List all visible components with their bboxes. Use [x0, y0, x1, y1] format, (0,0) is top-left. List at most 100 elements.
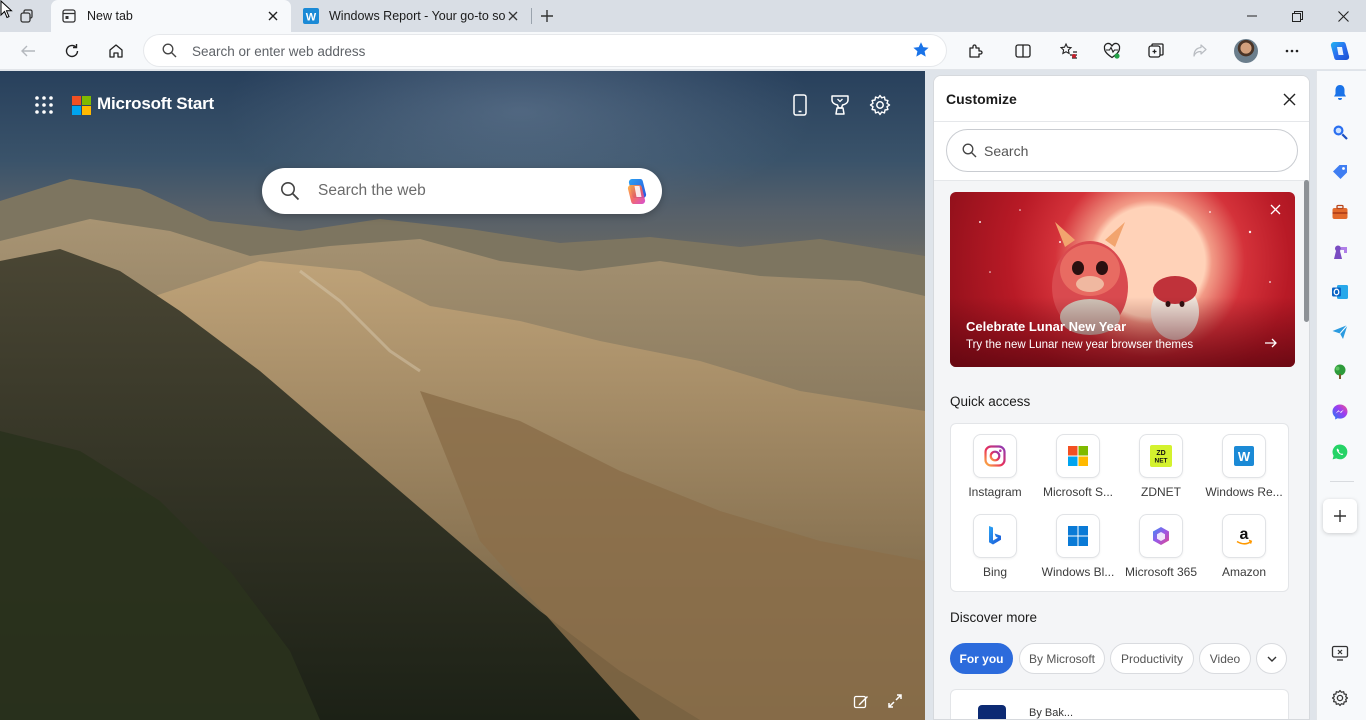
panel-header: Customize [934, 76, 1309, 122]
drop-send-icon[interactable] [1330, 322, 1350, 342]
chip-productivity[interactable]: Productivity [1110, 643, 1194, 674]
tab-windows-report[interactable]: W Windows Report - Your go-to source [293, 0, 531, 32]
minimize-button[interactable] [1229, 0, 1275, 32]
quick-access-item-bing[interactable]: Bing [953, 504, 1037, 579]
shopping-tag-icon[interactable] [1330, 162, 1350, 182]
web-search-box[interactable] [262, 168, 662, 214]
restore-button[interactable] [1274, 0, 1320, 32]
close-panel-icon[interactable] [1280, 90, 1298, 108]
dismiss-promo-icon[interactable] [1268, 202, 1282, 216]
panel-scrollbar[interactable] [1304, 180, 1309, 322]
address-input[interactable] [192, 41, 892, 61]
games-icon[interactable] [1330, 242, 1350, 262]
edge-sidebar [1316, 71, 1366, 720]
quick-access-label: Windows Re... [1205, 485, 1283, 499]
arrow-right-icon[interactable] [1264, 336, 1278, 350]
restore-icon [1291, 10, 1303, 22]
apps-launcher-icon[interactable] [34, 95, 54, 115]
card-source-name: By Bak... [1029, 707, 1074, 719]
screenshot-capture-icon[interactable] [1330, 643, 1350, 663]
promo-subtext: Try the new Lunar new year browser theme… [966, 339, 1194, 351]
zdnet-icon: ZD NET [1139, 434, 1183, 478]
tree-icon[interactable] [1330, 362, 1350, 382]
tab-title: Windows Report - Your go-to source [329, 9, 505, 23]
notifications-bell-icon[interactable] [1330, 82, 1350, 102]
chips-expand-button[interactable] [1256, 643, 1287, 674]
discover-card[interactable]: By Bak... [950, 689, 1289, 719]
edit-background-icon[interactable] [852, 692, 870, 710]
discover-filter-chips: For you By Microsoft Productivity Video [950, 643, 1295, 675]
tab-new-tab[interactable]: New tab [51, 0, 291, 32]
split-screen-button[interactable] [1013, 41, 1033, 61]
quick-access-item-windows-report[interactable]: W Windows Re... [1202, 424, 1286, 499]
puzzle-icon [969, 44, 983, 58]
lunar-new-year-promo-card[interactable]: Celebrate Lunar New Year Try the new Lun… [950, 192, 1295, 367]
panel-search-box[interactable] [946, 129, 1298, 172]
close-tab-icon[interactable] [265, 8, 281, 24]
settings-more-button[interactable] [1282, 41, 1302, 61]
chip-for-you[interactable]: For you [950, 643, 1013, 674]
whatsapp-icon[interactable] [1330, 442, 1350, 462]
quick-access-label: Microsoft S... [1042, 485, 1113, 499]
quick-access-item-microsoft-store[interactable]: Microsoft S... [1036, 424, 1120, 499]
windows-report-icon: W [1222, 434, 1266, 478]
tools-briefcase-icon[interactable] [1330, 202, 1350, 222]
new-tab-button[interactable] [537, 6, 557, 26]
browser-essentials-button[interactable] [1102, 41, 1122, 61]
quick-access-grid: Instagram Microsoft S... ZD NET ZDNET W W… [950, 423, 1289, 592]
quick-access-label: Microsoft 365 [1124, 565, 1198, 579]
panel-search-input[interactable] [984, 142, 1264, 160]
refresh-button[interactable] [62, 41, 82, 61]
search-sidebar-icon[interactable] [1330, 122, 1350, 142]
toolbar [0, 32, 1366, 70]
sidebar-divider [1330, 481, 1354, 482]
copilot-search-icon[interactable] [622, 177, 652, 205]
close-tab-icon[interactable] [505, 8, 521, 24]
extensions-button[interactable] [966, 41, 986, 61]
home-icon [109, 44, 123, 58]
outlook-icon[interactable] [1330, 282, 1350, 302]
web-search-input[interactable] [318, 180, 608, 202]
page-settings-gear-icon[interactable] [868, 93, 892, 117]
favorite-star-icon[interactable] [912, 41, 930, 62]
favorites-button[interactable] [1059, 41, 1079, 61]
copilot-button[interactable] [1327, 38, 1353, 64]
quick-access-item-windows-blog[interactable]: Windows Bl... [1036, 504, 1120, 579]
brand-title[interactable]: Microsoft Start [97, 94, 214, 114]
address-bar[interactable] [144, 35, 946, 66]
workspaces-icon[interactable] [18, 8, 34, 27]
home-button[interactable] [106, 41, 126, 61]
share-button[interactable] [1190, 41, 1210, 61]
heartbeat-icon [1103, 42, 1121, 59]
minimize-icon [1247, 15, 1257, 17]
chip-video[interactable]: Video [1199, 643, 1251, 674]
collections-button[interactable] [1146, 41, 1166, 61]
messenger-icon[interactable] [1330, 402, 1350, 422]
split-screen-icon [1015, 44, 1031, 58]
quick-access-label: ZDNET [1141, 485, 1181, 499]
close-window-button[interactable] [1320, 0, 1366, 32]
back-button[interactable] [18, 41, 38, 61]
share-icon [1193, 44, 1207, 57]
sidebar-settings-gear-icon[interactable] [1330, 688, 1350, 708]
microsoft-logo[interactable] [72, 96, 91, 115]
profile-avatar[interactable] [1234, 39, 1258, 63]
quick-access-item-amazon[interactable]: a Amazon [1202, 504, 1286, 579]
quick-access-heading: Quick access [950, 394, 1031, 409]
microsoft-365-icon [1139, 514, 1183, 558]
collections-icon [1148, 43, 1164, 58]
add-sidebar-app-button[interactable] [1323, 499, 1357, 533]
card-logo [978, 705, 1006, 719]
quick-access-item-instagram[interactable]: Instagram [953, 424, 1037, 499]
phone-icon[interactable] [788, 93, 812, 117]
quick-access-label: Instagram [968, 485, 1022, 499]
svg-text:NET: NET [1155, 458, 1168, 465]
quick-access-item-zdnet[interactable]: ZD NET ZDNET [1119, 424, 1203, 499]
expand-icon[interactable] [886, 692, 904, 710]
copilot-icon [1330, 42, 1350, 60]
chip-by-microsoft[interactable]: By Microsoft [1019, 643, 1105, 674]
rewards-trophy-icon[interactable] [828, 93, 852, 117]
quick-access-item-microsoft-365[interactable]: Microsoft 365 [1119, 504, 1203, 579]
tab-divider [531, 8, 532, 24]
search-icon [162, 43, 177, 61]
